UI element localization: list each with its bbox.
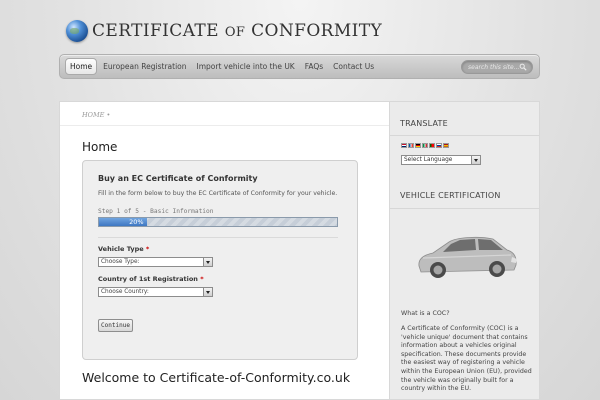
vehicle-type-label-text: Vehicle Type: [98, 245, 144, 253]
vehicle-type-value: Choose Type:: [101, 259, 140, 265]
language-select-value: Select Language: [404, 157, 453, 163]
flag-de-icon[interactable]: [415, 143, 421, 148]
search-icon[interactable]: [519, 63, 527, 71]
main-content: HOME • Home Buy an EC Certificate of Con…: [59, 101, 390, 400]
logo-end: CONFORMITY: [251, 21, 383, 41]
vehicle-type-select[interactable]: Choose Type:: [98, 257, 213, 267]
nav-item-import-vehicle[interactable]: Import vehicle into the UK: [193, 58, 299, 75]
flag-pt-icon[interactable]: [429, 143, 435, 148]
logo-main: CERTIFICATE: [92, 21, 219, 41]
nav-item-contact-us[interactable]: Contact Us: [329, 58, 378, 75]
flag-ru-icon[interactable]: [436, 143, 442, 148]
breadcrumb[interactable]: HOME •: [82, 111, 110, 119]
progress-label: 20%: [129, 218, 144, 226]
chevron-down-icon[interactable]: [471, 156, 480, 164]
search-input[interactable]: [468, 63, 520, 71]
form-divider: [98, 237, 338, 238]
nav-item-faqs[interactable]: FAQs: [301, 58, 327, 75]
required-marker: *: [145, 245, 150, 253]
page-title: Home: [82, 140, 118, 154]
nav-item-european-registration[interactable]: European Registration: [99, 58, 190, 75]
globe-icon: [66, 20, 88, 42]
chevron-down-icon[interactable]: [203, 258, 212, 266]
flag-it-icon[interactable]: [422, 143, 428, 148]
flag-es-icon[interactable]: [443, 143, 449, 148]
vehicle-type-label: Vehicle Type *: [98, 245, 149, 253]
main-nav: Home European Registration Import vehicl…: [59, 54, 540, 79]
form-title: Buy an EC Certificate of Conformity: [98, 174, 258, 183]
country-select[interactable]: Choose Country:: [98, 287, 213, 297]
vehicle-certification-heading: VEHICLE CERTIFICATION: [400, 191, 501, 200]
step-indicator: Step 1 of 5 - Basic Information: [98, 208, 214, 215]
coc-order-form: Buy an EC Certificate of Conformity Fill…: [82, 160, 358, 360]
form-description: Fill in the form below to buy the EC Cer…: [98, 190, 338, 197]
sidebar: TRANSLATE Select Language VEHICLE CERTIF…: [389, 101, 540, 400]
country-label: Country of 1st Registration *: [98, 275, 204, 283]
car-image: [418, 236, 517, 278]
required-marker: *: [200, 275, 204, 283]
country-label-text: Country of 1st Registration: [98, 275, 198, 283]
language-flags: [401, 143, 449, 148]
site-logo[interactable]: CERTIFICATE OF CONFORMITY: [66, 18, 382, 44]
flag-fr-icon[interactable]: [408, 143, 414, 148]
flag-en-icon[interactable]: [401, 143, 407, 148]
nav-item-home[interactable]: Home: [65, 58, 98, 75]
progress-bar: 20%: [98, 217, 338, 227]
site-title: CERTIFICATE OF CONFORMITY: [92, 21, 382, 41]
sidebar-divider: [390, 135, 539, 136]
welcome-heading: Welcome to Certificate-of-Conformity.co.…: [82, 370, 351, 385]
language-select[interactable]: Select Language: [401, 155, 481, 165]
sidebar-divider: [390, 208, 539, 209]
search-box: [461, 60, 533, 74]
logo-small: OF: [224, 25, 246, 40]
coc-question: What is a COC?: [401, 310, 450, 317]
continue-button[interactable]: Continue: [98, 319, 133, 332]
translate-heading: TRANSLATE: [400, 119, 448, 128]
coc-description: A Certificate of Conformity (COC) is a '…: [401, 325, 532, 393]
breadcrumb-divider: [60, 125, 390, 126]
chevron-down-icon[interactable]: [203, 288, 212, 296]
country-value: Choose Country:: [101, 289, 149, 295]
